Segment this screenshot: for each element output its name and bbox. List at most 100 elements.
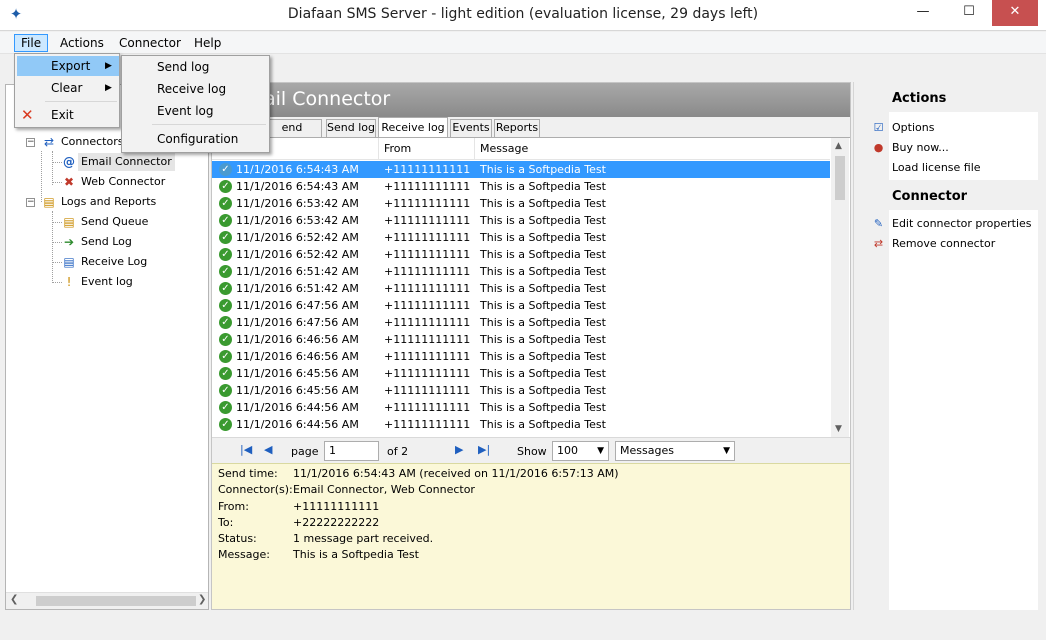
cell-from: +11111111111 xyxy=(384,333,471,346)
actions-gutter xyxy=(854,82,889,610)
scroll-right-icon[interactable]: ❯ xyxy=(198,594,206,605)
table-row[interactable]: ✓ 11/1/2016 6:46:56 AM +11111111111 This is… xyxy=(212,331,830,348)
edit-connector-link[interactable]: Edit connector properties xyxy=(892,217,1032,230)
export-receive-log[interactable]: Receive log xyxy=(124,79,269,99)
detail-value: +22222222222 xyxy=(293,516,380,529)
table-row[interactable]: ✓ 11/1/2016 6:45:56 AM +11111111111 This is… xyxy=(212,382,830,399)
send-queue-icon: ▤ xyxy=(63,215,75,229)
cell-time: 11/1/2016 6:52:42 AM xyxy=(236,231,359,244)
tree-horizontal-scrollbar[interactable]: ❮ ❯ xyxy=(6,592,208,609)
next-page-icon[interactable]: ▶ xyxy=(455,443,463,456)
column-header-message[interactable]: Message xyxy=(480,142,528,155)
message-type-select[interactable]: Messages ▼ xyxy=(615,441,735,461)
table-row[interactable]: ✓ 11/1/2016 6:44:56 AM +11111111111 This is… xyxy=(212,399,830,416)
minimize-button[interactable]: — xyxy=(902,0,944,26)
previous-page-icon[interactable]: ◀ xyxy=(264,443,272,456)
status-ok-icon: ✓ xyxy=(219,231,232,244)
file-menu-dropdown: Export ▶ Clear ▶ Exit ✕ xyxy=(14,53,120,128)
load-license-link[interactable]: Load license file xyxy=(892,161,981,174)
cell-message: This is a Softpedia Test xyxy=(480,350,606,363)
export-configuration[interactable]: Configuration xyxy=(124,129,269,149)
scroll-left-icon[interactable]: ❮ xyxy=(10,594,18,605)
tree-item-event-log[interactable]: ! Event log xyxy=(61,273,191,291)
cell-time: 11/1/2016 6:46:56 AM xyxy=(236,333,359,346)
tree-label: Web Connector xyxy=(81,175,166,188)
table-row[interactable]: ✓ 11/1/2016 6:53:42 AM +11111111111 This is… xyxy=(212,212,830,229)
tree-item-send-queue[interactable]: ▤ Send Queue xyxy=(61,213,191,231)
grid-vertical-scrollbar[interactable]: ▲ ▼ xyxy=(831,138,849,438)
tab-events[interactable]: Events xyxy=(450,119,492,137)
cell-time: 11/1/2016 6:45:56 AM xyxy=(236,367,359,380)
table-row[interactable]: ✓ 11/1/2016 6:46:56 AM +11111111111 This is… xyxy=(212,348,830,365)
logs-collapse-icon[interactable]: − xyxy=(26,198,35,207)
cell-time: 11/1/2016 6:52:42 AM xyxy=(236,248,359,261)
menu-actions[interactable]: Actions xyxy=(54,34,110,52)
detail-label: To: xyxy=(218,516,234,529)
table-row[interactable]: ✓ 11/1/2016 6:51:42 AM +11111111111 This is… xyxy=(212,280,830,297)
table-row[interactable]: ✓ 11/1/2016 6:52:42 AM +11111111111 This is… xyxy=(212,246,830,263)
column-separator[interactable] xyxy=(378,138,379,160)
tab-receive-log[interactable]: Receive log xyxy=(378,117,448,138)
table-row[interactable]: ✓ 11/1/2016 6:53:42 AM +11111111111 This is… xyxy=(212,195,830,212)
export-event-log[interactable]: Event log xyxy=(124,101,269,121)
actions-heading: Actions xyxy=(854,82,1039,112)
connectors-icon: ⇄ xyxy=(43,135,55,149)
scroll-thumb[interactable] xyxy=(36,596,196,606)
table-row[interactable]: ✓ 11/1/2016 6:47:56 AM +11111111111 This is… xyxy=(212,314,830,331)
menu-connector[interactable]: Connector xyxy=(113,34,187,52)
detail-label: Connector(s): xyxy=(218,483,293,496)
tree-label: Event log xyxy=(81,275,133,288)
export-send-log[interactable]: Send log xyxy=(124,57,269,77)
status-ok-icon: ✓ xyxy=(219,248,232,261)
column-header-from[interactable]: From xyxy=(384,142,411,155)
cell-from: +11111111111 xyxy=(384,367,471,380)
options-link[interactable]: Options xyxy=(892,121,934,134)
maximize-button[interactable]: ☐ xyxy=(948,0,990,26)
tree-item-logs-reports[interactable]: ▤ Logs and Reports xyxy=(41,193,181,211)
tab-send-queue[interactable]: end queue xyxy=(262,119,322,150)
submenu-arrow-icon: ▶ xyxy=(105,61,112,71)
close-button[interactable]: ✕ xyxy=(992,0,1038,26)
status-ok-icon: ✓ xyxy=(219,180,232,193)
tree-item-receive-log[interactable]: ▤ Receive Log xyxy=(61,253,191,271)
cell-message: This is a Softpedia Test xyxy=(480,333,606,346)
tab-reports[interactable]: Reports xyxy=(494,119,540,137)
cell-time: 11/1/2016 6:46:56 AM xyxy=(236,350,359,363)
table-row[interactable]: ✓ 11/1/2016 6:51:42 AM +11111111111 This is… xyxy=(212,263,830,280)
file-menu-export[interactable]: Export xyxy=(17,56,119,76)
web-connector-error-icon: ✖ xyxy=(63,175,75,189)
receive-log-grid: From Message ✓ 11/1/2016 6:54:43 AM +11111… xyxy=(212,137,850,438)
tree-item-email-connector[interactable]: @ Email Connector xyxy=(61,153,191,171)
last-page-icon[interactable]: ▶| xyxy=(478,443,490,456)
menu-help[interactable]: Help xyxy=(188,34,227,52)
table-row[interactable]: ✓ 11/1/2016 6:44:56 AM +11111111111 This is… xyxy=(212,416,830,433)
status-ok-icon: ✓ xyxy=(219,163,232,176)
table-row[interactable]: ✓ 11/1/2016 6:54:43 AM +11111111111 This is… xyxy=(212,161,830,178)
message-type-value: Messages xyxy=(620,444,674,457)
scroll-thumb[interactable] xyxy=(835,156,845,200)
tree-item-send-log[interactable]: ➔ Send Log xyxy=(61,233,191,251)
scroll-up-icon[interactable]: ▲ xyxy=(835,141,842,151)
table-row[interactable]: ✓ 11/1/2016 6:52:42 AM +11111111111 This is… xyxy=(212,229,830,246)
cell-time: 11/1/2016 6:53:42 AM xyxy=(236,197,359,210)
connectors-collapse-icon[interactable]: − xyxy=(26,138,35,147)
remove-connector-link[interactable]: Remove connector xyxy=(892,237,995,250)
menu-file[interactable]: File xyxy=(14,34,49,52)
first-page-icon[interactable]: |◀ xyxy=(240,443,252,456)
cell-message: This is a Softpedia Test xyxy=(480,265,606,278)
tab-send-log[interactable]: Send log xyxy=(326,119,376,137)
table-row[interactable]: ✓ 11/1/2016 6:47:56 AM +11111111111 This is… xyxy=(212,297,830,314)
tree-item-web-connector[interactable]: ✖ Web Connector xyxy=(61,173,191,191)
file-menu-clear[interactable]: Clear xyxy=(17,78,119,98)
page-size-select[interactable]: 100 ▼ xyxy=(552,441,609,461)
table-row[interactable]: ✓ 11/1/2016 6:54:43 AM +11111111111 This is… xyxy=(212,178,830,195)
grid-rows: ✓ 11/1/2016 6:54:43 AM +11111111111 This is… xyxy=(212,161,830,433)
scroll-down-icon[interactable]: ▼ xyxy=(835,424,842,434)
column-separator[interactable] xyxy=(474,138,475,160)
pager-bar: |◀ ◀ page 1 of 2 ▶ ▶| Show 100 ▼ Message… xyxy=(212,437,850,463)
page-number-input[interactable]: 1 xyxy=(324,441,379,461)
cell-from: +11111111111 xyxy=(384,231,471,244)
table-row[interactable]: ✓ 11/1/2016 6:45:56 AM +11111111111 This is… xyxy=(212,365,830,382)
buy-now-link[interactable]: Buy now... xyxy=(892,141,949,154)
window-title: Diafaan SMS Server - light edition (eval… xyxy=(287,6,759,22)
